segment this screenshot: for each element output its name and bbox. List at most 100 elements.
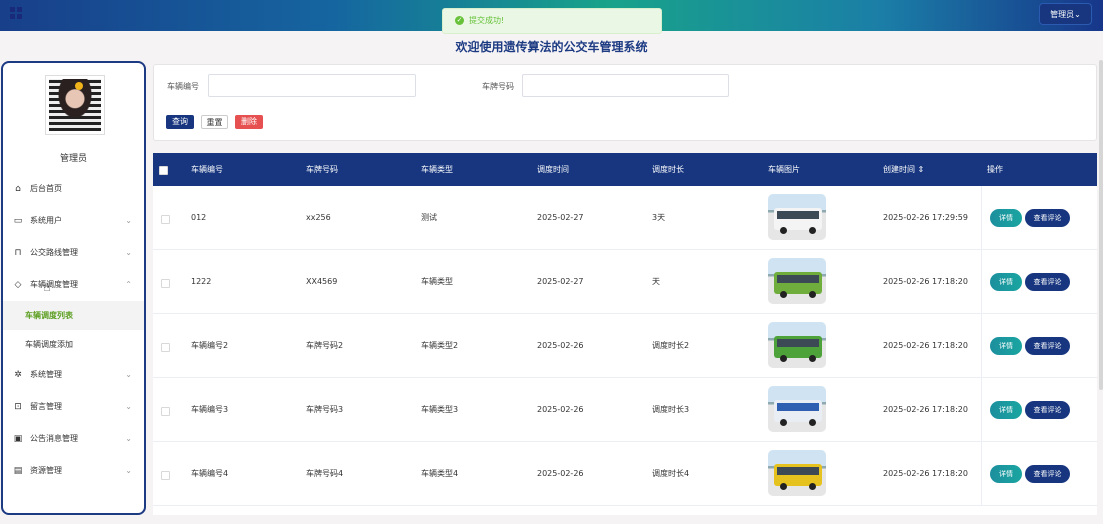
bus-image[interactable] <box>768 194 826 240</box>
column-header: 调度时间 <box>537 165 569 174</box>
reset-button[interactable]: 重置 <box>201 115 228 129</box>
toast-text: 提交成功! <box>469 16 505 25</box>
cell-type: 测试 <box>421 213 437 222</box>
message-icon: ▤ <box>13 466 23 476</box>
data-table: 车辆编号 车牌号码 车辆类型 调度时间 调度时长 车辆图片 创建时间 ⇕ 操作 … <box>153 153 1097 515</box>
sidebar-item-messages[interactable]: ⊡ 留言管理 ⌄ <box>3 391 144 423</box>
sidebar-item-resources[interactable]: ▤ 资源管理 ⌄ <box>3 455 144 487</box>
cell-date: 2025-02-27 <box>537 277 584 286</box>
cell-vehicle-no: 车辆编号3 <box>191 405 229 414</box>
home-icon: ⌂ <box>15 184 21 194</box>
sidebar-item-dispatch-add[interactable]: 车辆调度添加 <box>3 330 144 359</box>
column-header: 操作 <box>987 165 1003 174</box>
chevron-down-icon: ⌄ <box>125 402 132 411</box>
row-checkbox[interactable] <box>161 407 170 416</box>
gear-icon: ✲ <box>14 370 22 380</box>
table-row: 车辆编号4 车牌号码4 车辆类型4 2025-02-26 调度时长4 2025-… <box>153 442 1097 506</box>
row-checkbox[interactable] <box>161 279 170 288</box>
detail-button[interactable]: 详情 <box>990 465 1022 483</box>
tag-icon: ◇ <box>14 280 22 290</box>
sidebar-item-dispatch[interactable]: ◇ 车辆调度管理 ⌃ <box>3 269 144 301</box>
cell-created: 2025-02-26 17:18:20 <box>883 405 968 414</box>
query-button[interactable]: 查询 <box>166 115 194 129</box>
menu-grid-icon[interactable] <box>10 7 22 19</box>
cell-plate: xx256 <box>306 213 331 222</box>
view-reviews-button[interactable]: 查看评论 <box>1025 337 1070 355</box>
plate-input[interactable] <box>522 74 729 97</box>
detail-button[interactable]: 详情 <box>990 337 1022 355</box>
row-actions: 详情 查看评论 <box>981 314 1097 378</box>
cell-created: 2025-02-26 17:29:59 <box>883 213 968 222</box>
table-row: 车辆编号3 车牌号码3 车辆类型3 2025-02-26 调度时长3 2025-… <box>153 378 1097 442</box>
cell-plate: XX4569 <box>306 277 338 286</box>
bus-image[interactable] <box>768 450 826 496</box>
cell-vehicle-no: 车辆编号2 <box>191 341 229 350</box>
vehicle-no-input[interactable] <box>208 74 416 97</box>
sidebar-item-system-users[interactable]: ▭ 系统用户 ⌄ <box>3 205 144 237</box>
sidebar-item-system-settings[interactable]: ✲ 系统管理 ⌄ <box>3 359 144 391</box>
detail-button[interactable]: 详情 <box>990 401 1022 419</box>
plate-label: 车牌号码 <box>482 82 514 91</box>
sidebar-menu: ⌂ 后台首页 ▭ 系统用户 ⌄ ⊓ 公交路线管理 ⌄ ◇ 车辆调度管理 ⌃ 车辆调度列表 车辆… <box>3 173 144 487</box>
cell-vehicle-no: 1222 <box>191 277 212 286</box>
sidebar-item-home[interactable]: ⌂ 后台首页 <box>3 173 144 205</box>
detail-button[interactable]: 详情 <box>990 273 1022 291</box>
table-header: 车辆编号 车牌号码 车辆类型 调度时间 调度时长 车辆图片 创建时间 ⇕ 操作 <box>153 153 1097 186</box>
pointer-cursor-icon: ☝ <box>43 280 51 295</box>
bookmark-icon: ⊓ <box>14 248 22 258</box>
search-panel: 车辆编号 车牌号码 查询 重置 删除 <box>153 64 1097 141</box>
table-row: 012 xx256 测试 2025-02-27 3天 2025-02-26 17… <box>153 186 1097 250</box>
row-actions: 详情 查看评论 <box>981 186 1097 250</box>
row-checkbox[interactable] <box>161 471 170 480</box>
view-reviews-button[interactable]: 查看评论 <box>1025 401 1070 419</box>
chevron-down-icon: ⌄ <box>125 216 132 225</box>
cell-plate: 车牌号码3 <box>306 405 344 414</box>
cell-type: 车辆类型2 <box>421 341 459 350</box>
page-title: 欢迎使用遗传算法的公交车管理系统 <box>455 40 648 54</box>
check-circle-icon: ✓ <box>455 16 464 25</box>
sidebar-item-dispatch-list[interactable]: 车辆调度列表 <box>3 301 144 330</box>
column-header: 车辆类型 <box>421 165 453 174</box>
sidebar-item-bus-routes[interactable]: ⊓ 公交路线管理 ⌄ <box>3 237 144 269</box>
column-header-sortable[interactable]: 创建时间 ⇕ <box>883 153 924 186</box>
row-actions: 详情 查看评论 <box>981 378 1097 442</box>
delete-button[interactable]: 删除 <box>235 115 263 129</box>
chevron-down-icon: ⌄ <box>125 466 132 475</box>
sidebar-item-announcements[interactable]: ▣ 公告消息管理 ⌄ <box>3 423 144 455</box>
bus-image[interactable] <box>768 322 826 368</box>
chevron-down-icon: ⌄ <box>125 370 132 379</box>
table-row: 1222 XX4569 车辆类型 2025-02-27 天 2025-02-26… <box>153 250 1097 314</box>
view-reviews-button[interactable]: 查看评论 <box>1025 465 1070 483</box>
cell-type: 车辆类型 <box>421 277 453 286</box>
table-row: 车辆编号2 车牌号码2 车辆类型2 2025-02-26 调度时长2 2025-… <box>153 314 1097 378</box>
cell-created: 2025-02-26 17:18:20 <box>883 469 968 478</box>
row-actions: 详情 查看评论 <box>981 442 1097 506</box>
cell-date: 2025-02-26 <box>537 469 584 478</box>
cell-date: 2025-02-26 <box>537 405 584 414</box>
bus-image[interactable] <box>768 386 826 432</box>
chevron-down-icon: ⌄ <box>125 248 132 257</box>
cell-type: 车辆类型3 <box>421 405 459 414</box>
detail-button[interactable]: 详情 <box>990 209 1022 227</box>
monitor-icon: ▭ <box>13 216 23 226</box>
cell-vehicle-no: 车辆编号4 <box>191 469 229 478</box>
row-checkbox[interactable] <box>161 343 170 352</box>
row-actions: 详情 查看评论 <box>981 250 1097 314</box>
row-checkbox[interactable] <box>161 215 170 224</box>
cell-created: 2025-02-26 17:18:20 <box>883 341 968 350</box>
page-scrollbar[interactable] <box>1099 60 1103 390</box>
column-header: 调度时长 <box>652 165 684 174</box>
view-reviews-button[interactable]: 查看评论 <box>1025 273 1070 291</box>
cell-created: 2025-02-26 17:18:20 <box>883 277 968 286</box>
admin-dropdown-button[interactable]: 管理员⌄ <box>1039 3 1092 25</box>
inbox-icon: ⊡ <box>14 402 22 412</box>
bus-image[interactable] <box>768 258 826 304</box>
view-reviews-button[interactable]: 查看评论 <box>1025 209 1070 227</box>
cell-duration: 3天 <box>652 213 666 222</box>
cell-duration: 调度时长2 <box>652 341 690 350</box>
chevron-up-icon: ⌃ <box>125 280 132 289</box>
select-all-checkbox[interactable] <box>159 166 168 175</box>
avatar <box>45 75 105 135</box>
chevron-down-icon: ⌄ <box>125 434 132 443</box>
cell-plate: 车牌号码4 <box>306 469 344 478</box>
